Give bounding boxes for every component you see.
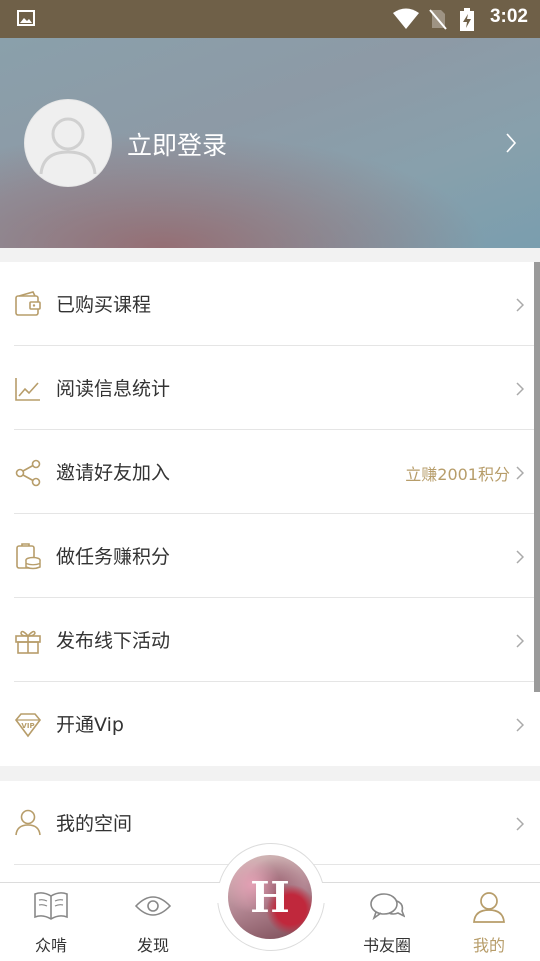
avatar[interactable]: [24, 99, 112, 187]
gift-icon: [15, 630, 41, 654]
menu-item-label: 邀请好友加入: [56, 462, 171, 484]
svg-text:VIP: VIP: [21, 722, 34, 730]
chevron-right-icon: [506, 133, 517, 153]
menu-item-label: 做任务赚积分: [56, 546, 171, 568]
default-avatar-icon: [39, 117, 97, 175]
menu-item-publish-offline-event[interactable]: 发布线下活动: [0, 598, 540, 682]
chevron-right-icon: [516, 550, 524, 564]
menu-item-label: 我的空间: [56, 813, 133, 835]
nav-item-book-circle[interactable]: 书友圈: [347, 883, 427, 961]
nav-item-label: 众啃: [34, 936, 67, 955]
chevron-right-icon: [516, 718, 524, 732]
menu-item-reading-stats[interactable]: 阅读信息统计: [0, 346, 540, 430]
nav-item-mine[interactable]: 我的: [449, 883, 529, 961]
menu-item-label: 阅读信息统计: [56, 378, 171, 400]
wifi-icon: [393, 8, 419, 29]
menu-section-main: 已购买课程 阅读信息统计 邀请好友加入 立赚2001积分 做任务赚积分 发布线下…: [0, 262, 540, 766]
nav-item-discover[interactable]: 发现: [113, 883, 193, 961]
profile-header[interactable]: 立即登录: [0, 38, 540, 248]
no-sim-icon: [429, 9, 447, 30]
nav-item-label: 书友圈: [362, 936, 411, 955]
chevron-right-icon: [516, 382, 524, 396]
task-coins-icon: [16, 543, 41, 570]
line-chart-icon: [15, 378, 40, 401]
scrollbar[interactable]: [534, 262, 540, 692]
menu-item-open-vip[interactable]: VIP 开通Vip: [0, 682, 540, 766]
battery-charging-icon: [460, 8, 474, 31]
vip-diamond-icon: VIP: [14, 713, 42, 738]
book-icon: [34, 892, 68, 920]
share-icon: [15, 459, 41, 487]
wallet-icon: [15, 291, 41, 316]
login-link[interactable]: 立即登录: [127, 126, 227, 162]
clock-time: 3:02: [489, 6, 528, 27]
chevron-right-icon: [516, 817, 524, 831]
center-home-button[interactable]: H: [228, 855, 312, 939]
menu-item-purchased-courses[interactable]: 已购买课程: [0, 262, 540, 346]
chat-bubbles-icon: [370, 893, 405, 921]
nav-item-zhongken[interactable]: 众啃: [11, 883, 91, 961]
image-notification-icon: [17, 10, 35, 26]
nav-item-label: 发现: [136, 936, 169, 955]
invite-reward-text: 立赚2001积分: [405, 465, 510, 484]
menu-item-invite-friends[interactable]: 邀请好友加入 立赚2001积分: [0, 430, 540, 514]
menu-item-label: 发布线下活动: [56, 630, 171, 652]
person-icon: [15, 809, 41, 836]
chevron-right-icon: [516, 634, 524, 648]
person-icon: [473, 892, 505, 923]
center-button-letter: H: [250, 873, 290, 922]
status-bar: 3:02: [0, 0, 540, 38]
chevron-right-icon: [516, 466, 524, 480]
eye-icon: [135, 896, 171, 916]
menu-item-label: 已购买课程: [56, 294, 152, 316]
menu-item-earn-points[interactable]: 做任务赚积分: [0, 514, 540, 598]
chevron-right-icon: [516, 298, 524, 312]
menu-item-label: 开通Vip: [56, 714, 124, 736]
nav-item-label: 我的: [472, 936, 505, 955]
